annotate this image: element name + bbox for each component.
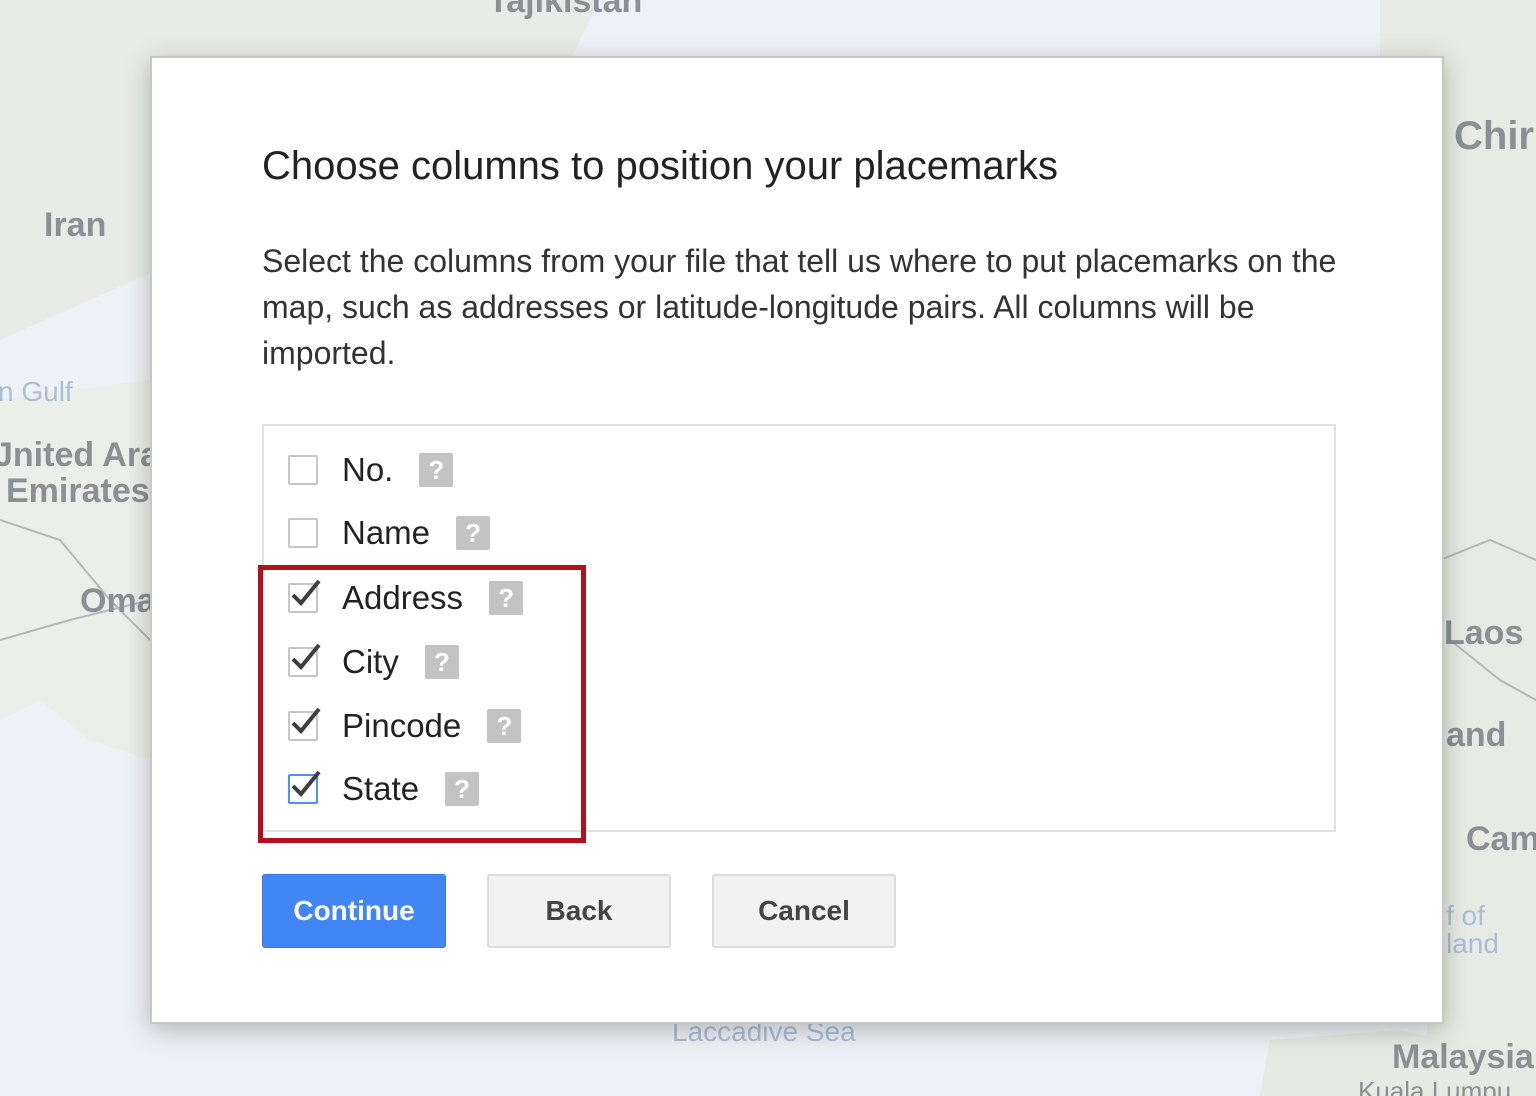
dialog-description: Select the columns from your file that t… — [262, 243, 1337, 371]
help-icon[interactable]: ? — [489, 581, 524, 615]
dialog-title: Choose columns to position your placemar… — [262, 144, 1058, 188]
back-button[interactable]: Back — [487, 874, 671, 948]
column-label-state: State — [342, 770, 420, 807]
map-label-kuala-lumpur: Kuala Lumpu — [1358, 1076, 1512, 1096]
checkmark-icon — [291, 579, 321, 606]
column-label-no: No. — [342, 451, 394, 488]
help-icon[interactable]: ? — [487, 709, 522, 743]
map-label-uae-line2: Emirates — [6, 472, 150, 510]
column-option-name[interactable]: Name ? — [288, 513, 491, 553]
map-label-cambodia: Cam — [1466, 820, 1536, 858]
map-label-gulf: n Gulf — [0, 376, 73, 407]
map-label-thailand: and — [1446, 716, 1507, 754]
checkbox-city[interactable] — [288, 643, 321, 677]
map-label-gulf-of-line2: land — [1446, 928, 1499, 959]
map-label-iran: Iran — [44, 206, 107, 244]
help-icon[interactable]: ? — [456, 516, 491, 550]
columns-list: No. ? Name ? Address ? City ? Pincode ? … — [262, 424, 1336, 832]
column-option-no[interactable]: No. ? — [288, 450, 454, 490]
map-label-uae-line1: Jnited Ara — [0, 436, 160, 474]
choose-columns-dialog: Choose columns to position your placemar… — [150, 56, 1444, 1024]
checkmark-icon — [291, 643, 321, 670]
column-label-pincode: Pincode — [342, 707, 462, 744]
help-icon[interactable]: ? — [445, 772, 480, 806]
help-icon[interactable]: ? — [424, 645, 459, 679]
help-icon[interactable]: ? — [419, 453, 454, 487]
column-option-address[interactable]: Address ? — [288, 578, 524, 618]
column-option-state[interactable]: State ? — [288, 769, 480, 809]
cancel-button[interactable]: Cancel — [712, 874, 896, 948]
map-label-malaysia: Malaysia — [1392, 1038, 1534, 1076]
column-option-pincode[interactable]: Pincode ? — [288, 706, 522, 746]
checkbox-state[interactable] — [288, 770, 321, 804]
map-label-oman: Oma — [80, 582, 156, 620]
column-label-address: Address — [342, 579, 464, 616]
map-label-tajikistan: Tajikistan — [488, 0, 643, 20]
column-option-city[interactable]: City ? — [288, 642, 459, 682]
checkbox-name[interactable] — [288, 518, 318, 548]
checkbox-pincode[interactable] — [288, 707, 321, 741]
map-label-laos: Laos — [1444, 614, 1524, 652]
column-label-name: Name — [342, 514, 431, 551]
checkmark-icon — [291, 707, 321, 734]
continue-button[interactable]: Continue — [262, 874, 446, 948]
checkmark-icon — [291, 770, 321, 797]
map-label-china: Chir — [1454, 114, 1534, 158]
column-label-city: City — [342, 643, 399, 680]
checkbox-no[interactable] — [288, 455, 318, 485]
checkbox-address[interactable] — [288, 579, 321, 613]
